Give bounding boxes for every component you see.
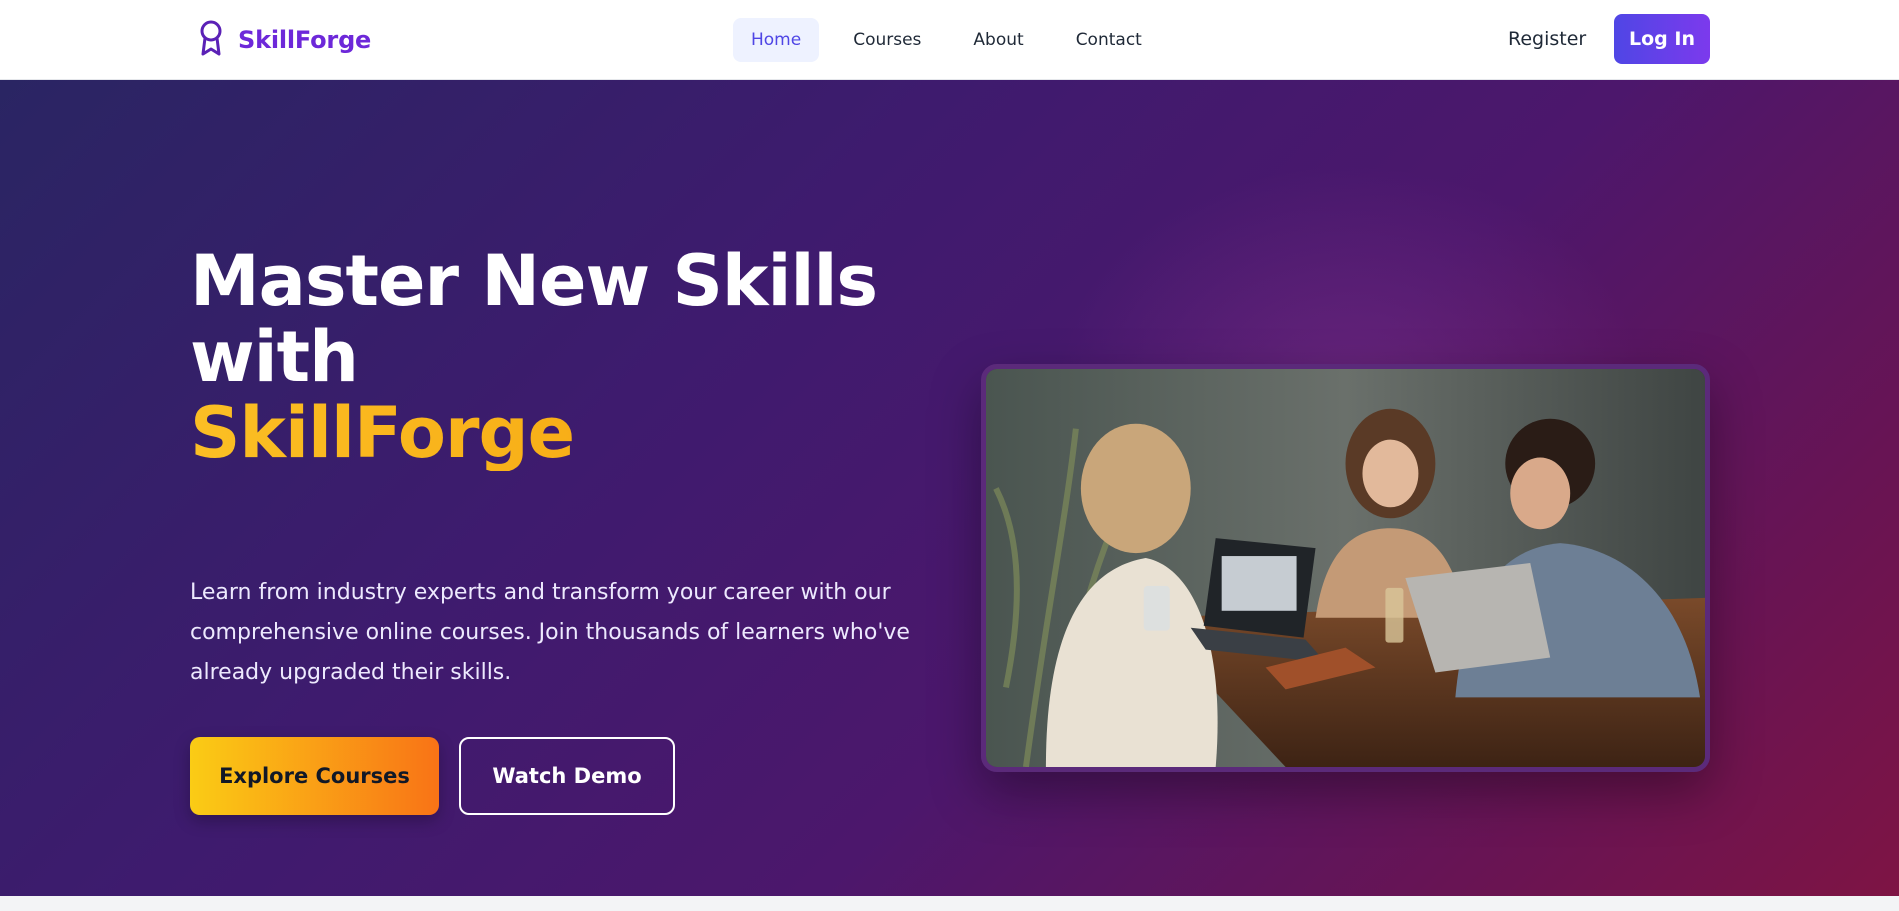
nav-link-about[interactable]: About <box>955 18 1041 62</box>
headline-line-2: with <box>190 316 359 398</box>
top-navbar: SkillForge Home Courses About Contact Re… <box>0 0 1899 80</box>
watch-demo-button[interactable]: Watch Demo <box>459 737 675 815</box>
hero-headline: Master New Skills with SkillForge <box>190 243 950 471</box>
page-bottom-strip <box>0 896 1899 911</box>
hero-description: Learn from industry experts and transfor… <box>190 580 910 685</box>
hero-section: Master New Skills with SkillForge Learn … <box>0 80 1899 896</box>
login-button[interactable]: Log In <box>1614 14 1710 64</box>
explore-courses-button[interactable]: Explore Courses <box>190 737 439 815</box>
brand-name: SkillForge <box>238 26 372 54</box>
register-link[interactable]: Register <box>1508 28 1586 50</box>
main-nav: Home Courses About Contact <box>733 17 1160 63</box>
headline-accent: SkillForge <box>190 395 950 471</box>
award-ribbon-icon <box>196 18 226 62</box>
hero-image <box>981 364 1710 772</box>
brand-logo-link[interactable]: SkillForge <box>196 20 371 60</box>
headline-line-1: Master New Skills <box>190 240 878 322</box>
nav-link-courses[interactable]: Courses <box>835 18 939 62</box>
nav-link-home[interactable]: Home <box>733 18 820 62</box>
nav-link-contact[interactable]: Contact <box>1058 18 1160 62</box>
